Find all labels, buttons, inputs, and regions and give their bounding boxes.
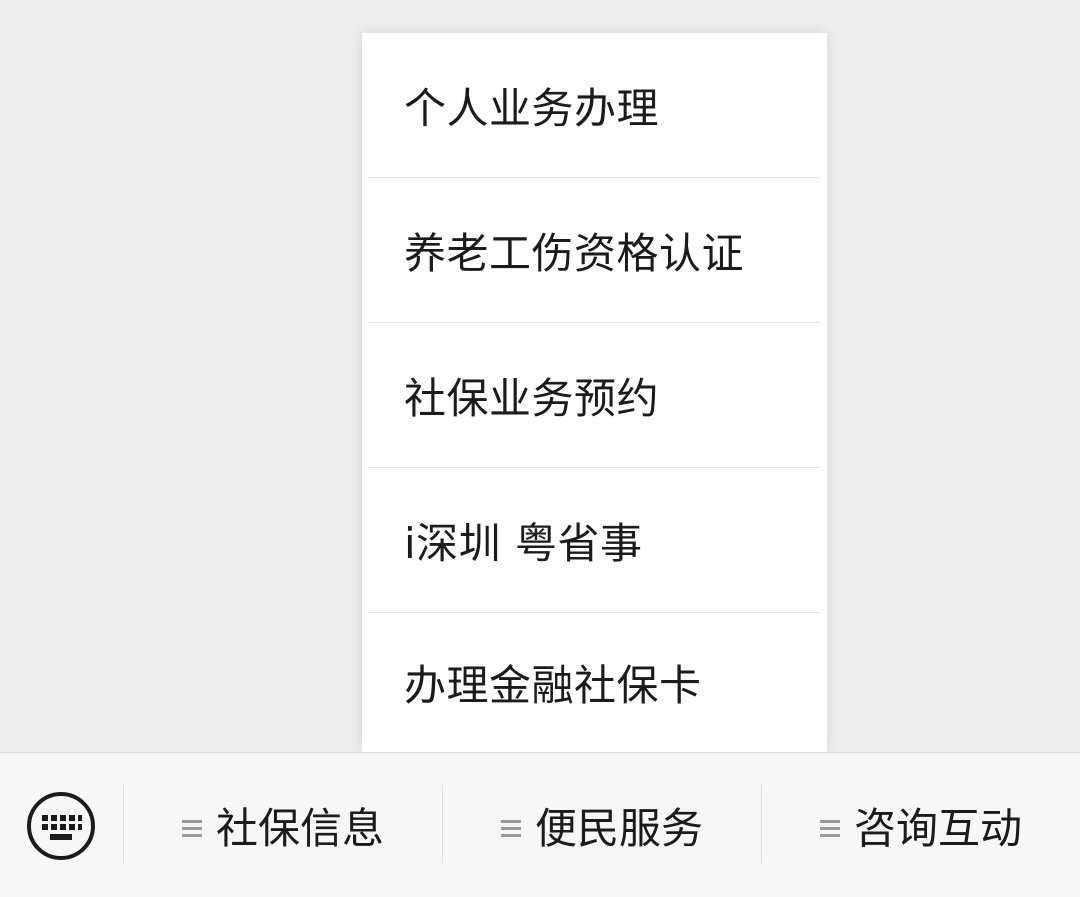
submenu-popup: 个人业务办理 养老工伤资格认证 社保业务预约 i深圳 粤省事 办理金融社保卡 — [362, 33, 827, 752]
submenu-item-pension-certification[interactable]: 养老工伤资格认证 — [362, 178, 827, 322]
tab-label: 社保信息 — [215, 804, 384, 853]
chat-screen: 个人业务办理 养老工伤资格认证 社保业务预约 i深圳 粤省事 办理金融社保卡 社… — [0, 0, 1080, 897]
tab-convenience-services[interactable]: 便民服务 — [443, 753, 761, 897]
keyboard-toggle-button[interactable] — [26, 791, 96, 861]
menu-lines-icon — [500, 819, 521, 837]
keyboard-icon — [27, 792, 95, 860]
tab-social-security-info[interactable]: 社保信息 — [124, 753, 442, 897]
tab-consult-interact[interactable]: 咨询互动 — [762, 753, 1080, 897]
submenu-item-label: 办理金融社保卡 — [404, 661, 702, 710]
submenu-item-ishenzhen[interactable]: i深圳 粤省事 — [362, 468, 827, 612]
tab-label: 咨询互动 — [853, 804, 1022, 853]
tab-label: 便民服务 — [534, 804, 703, 853]
submenu-item-label: 社保业务预约 — [404, 373, 660, 423]
submenu-item-label: 个人业务办理 — [404, 83, 660, 133]
bottom-menu-bar: 社保信息 便民服务 咨询互动 — [0, 752, 1080, 897]
submenu-item-label: i深圳 粤省事 — [404, 518, 643, 568]
submenu-item-personal-business[interactable]: 个人业务办理 — [362, 33, 827, 177]
submenu-item-appointment[interactable]: 社保业务预约 — [362, 323, 827, 467]
menu-lines-icon — [181, 819, 202, 837]
submenu-item-financial-card[interactable]: 办理金融社保卡 — [362, 613, 827, 752]
menu-lines-icon — [819, 819, 840, 837]
submenu-item-label: 养老工伤资格认证 — [404, 228, 745, 278]
